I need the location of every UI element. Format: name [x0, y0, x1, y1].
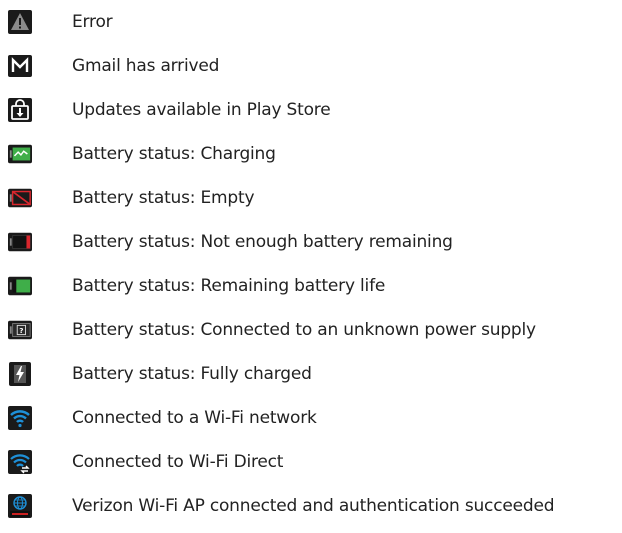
list-item: Connected to Wi-Fi Direct [0, 440, 622, 484]
list-item: Verizon Wi-Fi AP connected and authentic… [0, 484, 622, 528]
list-item-label: Battery status: Empty [72, 188, 255, 208]
gmail-icon [8, 54, 32, 78]
list-item-label: Gmail has arrived [72, 56, 220, 76]
battery-full-icon [8, 362, 32, 386]
list-item-label: Updates available in Play Store [72, 100, 331, 120]
list-item-label: Battery status: Remaining battery life [72, 276, 386, 296]
battery-charging-icon [8, 142, 32, 166]
list-item-label: Battery status: Not enough battery remai… [72, 232, 453, 252]
list-item: Battery status: Empty [0, 176, 622, 220]
wifi-connected-icon [8, 406, 32, 430]
list-item: Gmail has arrived [0, 44, 622, 88]
list-item: ? Battery status: Connected to an unknow… [0, 308, 622, 352]
list-item-label: Verizon Wi-Fi AP connected and authentic… [72, 496, 555, 516]
list-item: Connected to a Wi-Fi network [0, 396, 622, 440]
error-icon [8, 10, 32, 34]
battery-low-icon [8, 230, 32, 254]
battery-empty-icon [8, 186, 32, 210]
list-item: Error [0, 0, 622, 44]
list-item-label: Connected to a Wi-Fi network [72, 408, 317, 428]
list-item: Battery status: Fully charged [0, 352, 622, 396]
wifi-direct-icon [8, 450, 32, 474]
list-item: Battery status: Remaining battery life [0, 264, 622, 308]
verizon-wifi-ap-icon [8, 494, 32, 518]
play-store-update-icon [8, 98, 32, 122]
list-item-label: Battery status: Fully charged [72, 364, 312, 384]
list-item-label: Battery status: Charging [72, 144, 276, 164]
battery-unknown-power-icon: ? [8, 318, 32, 342]
battery-remaining-icon [8, 274, 32, 298]
svg-text:?: ? [19, 326, 23, 335]
status-icon-list: Error Gmail has arrived Updates availabl… [0, 0, 622, 533]
list-item-label: Error [72, 12, 113, 32]
list-item: Updates available in Play Store [0, 88, 622, 132]
list-item-label: Connected to Wi-Fi Direct [72, 452, 284, 472]
list-item: Battery status: Charging [0, 132, 622, 176]
list-item: Battery status: Not enough battery remai… [0, 220, 622, 264]
list-item-label: Battery status: Connected to an unknown … [72, 320, 536, 340]
